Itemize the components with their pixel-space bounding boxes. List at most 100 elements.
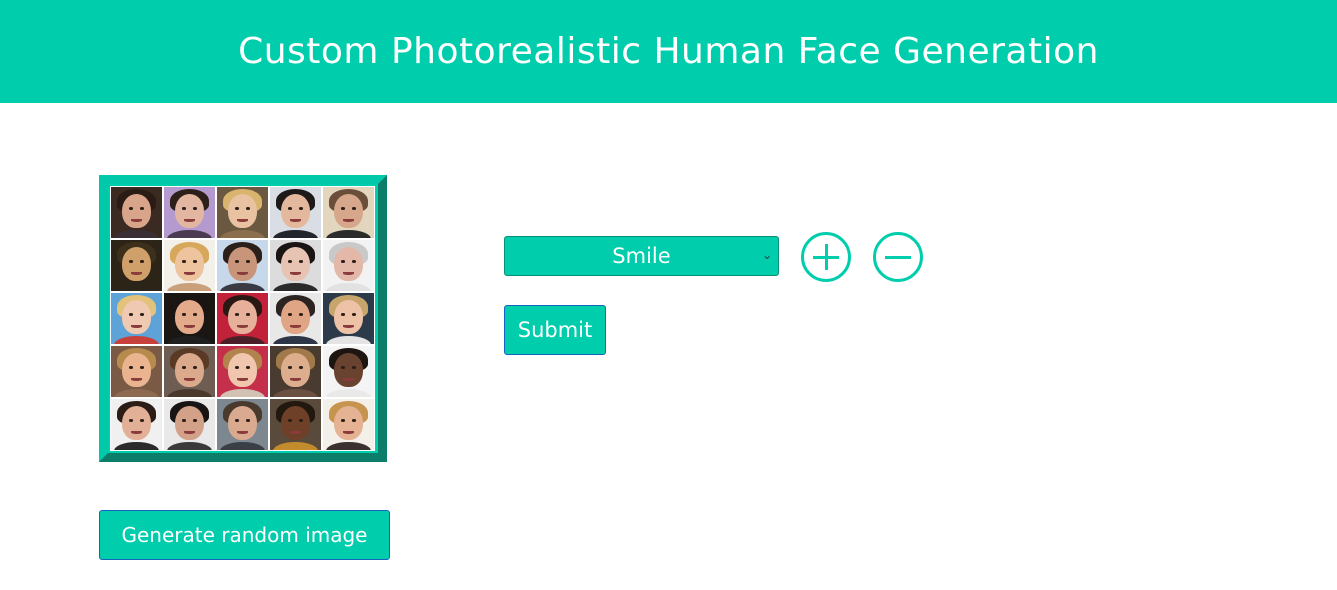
face-thumbnail bbox=[111, 187, 162, 238]
face-eye-right bbox=[298, 313, 303, 316]
face-skin bbox=[228, 300, 257, 334]
face-eye-right bbox=[245, 366, 250, 369]
face-thumbnail bbox=[164, 187, 215, 238]
face-mouth bbox=[237, 218, 248, 222]
face-mouth bbox=[343, 430, 354, 434]
face-eye-right bbox=[351, 207, 356, 210]
face-thumbnail bbox=[323, 187, 374, 238]
face-thumbnail bbox=[323, 399, 374, 450]
face-shoulders bbox=[325, 229, 372, 238]
face-shoulders bbox=[166, 335, 213, 344]
chevron-down-icon: ⌄ bbox=[761, 248, 772, 262]
face-mouth bbox=[290, 377, 301, 381]
face-mouth bbox=[237, 324, 248, 328]
face-skin bbox=[122, 353, 151, 387]
face-thumbnail bbox=[270, 346, 321, 397]
face-shoulders bbox=[166, 282, 213, 291]
face-thumbnail bbox=[323, 240, 374, 291]
face-skin bbox=[228, 247, 257, 281]
face-mouth bbox=[184, 271, 195, 275]
face-thumbnail bbox=[217, 346, 268, 397]
face-mouth bbox=[131, 430, 142, 434]
face-eye-right bbox=[192, 419, 197, 422]
face-mouth bbox=[343, 271, 354, 275]
face-thumbnail bbox=[164, 240, 215, 291]
face-mouth bbox=[343, 377, 354, 381]
face-skin bbox=[334, 194, 363, 228]
face-skin bbox=[122, 300, 151, 334]
attribute-select[interactable]: Smile ⌄ bbox=[504, 236, 779, 276]
face-skin bbox=[281, 353, 310, 387]
face-skin bbox=[334, 300, 363, 334]
face-skin bbox=[228, 406, 257, 440]
face-mouth bbox=[131, 324, 142, 328]
face-skin bbox=[334, 247, 363, 281]
face-eye-right bbox=[192, 366, 197, 369]
face-eye-right bbox=[192, 207, 197, 210]
face-mouth bbox=[131, 218, 142, 222]
face-thumbnail bbox=[217, 187, 268, 238]
face-eye-right bbox=[139, 313, 144, 316]
face-shoulders bbox=[325, 335, 372, 344]
face-eye-right bbox=[351, 366, 356, 369]
face-shoulders bbox=[219, 335, 266, 344]
face-shoulders bbox=[272, 282, 319, 291]
face-mouth bbox=[290, 218, 301, 222]
face-skin bbox=[175, 406, 204, 440]
face-skin bbox=[122, 194, 151, 228]
face-shoulders bbox=[219, 388, 266, 397]
face-skin bbox=[175, 194, 204, 228]
face-skin bbox=[281, 194, 310, 228]
face-thumbnail bbox=[111, 399, 162, 450]
face-shoulders bbox=[113, 282, 160, 291]
face-shoulders bbox=[272, 335, 319, 344]
face-eye-right bbox=[351, 260, 356, 263]
face-thumbnail bbox=[164, 399, 215, 450]
face-shoulders bbox=[113, 441, 160, 450]
face-shoulders bbox=[219, 282, 266, 291]
face-mouth bbox=[290, 430, 301, 434]
face-eye-right bbox=[351, 419, 356, 422]
face-eye-right bbox=[298, 366, 303, 369]
face-shoulders bbox=[166, 229, 213, 238]
face-skin bbox=[122, 406, 151, 440]
face-thumbnail bbox=[270, 187, 321, 238]
face-skin bbox=[228, 194, 257, 228]
decrease-attribute-button[interactable] bbox=[873, 232, 923, 282]
face-mouth bbox=[290, 324, 301, 328]
face-shoulders bbox=[219, 229, 266, 238]
face-mouth bbox=[184, 218, 195, 222]
face-thumbnail bbox=[164, 293, 215, 344]
increase-attribute-button[interactable] bbox=[801, 232, 851, 282]
face-skin bbox=[334, 353, 363, 387]
face-shoulders bbox=[113, 335, 160, 344]
face-skin bbox=[228, 353, 257, 387]
face-thumbnail bbox=[270, 399, 321, 450]
app-header: Custom Photorealistic Human Face Generat… bbox=[0, 0, 1337, 103]
attribute-select-value: Smile bbox=[612, 244, 671, 268]
face-eye-right bbox=[192, 313, 197, 316]
page-title: Custom Photorealistic Human Face Generat… bbox=[238, 31, 1099, 72]
face-mouth bbox=[184, 377, 195, 381]
face-shoulders bbox=[272, 229, 319, 238]
submit-button[interactable]: Submit bbox=[504, 305, 606, 355]
face-mouth bbox=[290, 271, 301, 275]
face-shoulders bbox=[272, 388, 319, 397]
face-shoulders bbox=[325, 441, 372, 450]
face-mouth bbox=[131, 271, 142, 275]
generated-image-frame bbox=[99, 175, 387, 462]
face-thumbnail bbox=[111, 346, 162, 397]
face-shoulders bbox=[272, 441, 319, 450]
generate-random-image-button[interactable]: Generate random image bbox=[99, 510, 390, 560]
face-skin bbox=[175, 300, 204, 334]
face-eye-right bbox=[245, 207, 250, 210]
face-shoulders bbox=[113, 388, 160, 397]
face-shoulders bbox=[325, 282, 372, 291]
face-skin bbox=[122, 247, 151, 281]
face-thumbnail bbox=[111, 293, 162, 344]
face-skin bbox=[175, 247, 204, 281]
face-skin bbox=[281, 300, 310, 334]
face-mouth bbox=[237, 377, 248, 381]
face-shoulders bbox=[113, 229, 160, 238]
face-thumbnail bbox=[217, 240, 268, 291]
